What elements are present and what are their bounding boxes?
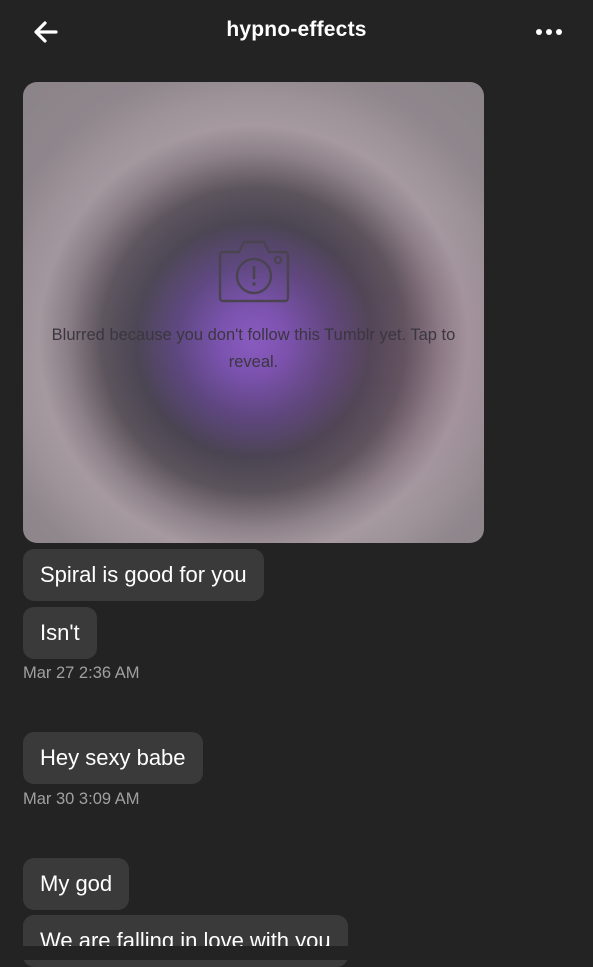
blurred-media-card[interactable]: Blurred because you don't follow this Tu… <box>23 82 484 543</box>
more-dot <box>556 29 562 35</box>
camera-warning-icon <box>218 240 290 303</box>
conversation-header: hypno-effects <box>0 0 593 64</box>
blur-notice-text: Blurred because you don't follow this Tu… <box>51 326 456 371</box>
message-timestamp: Mar 30 3:09 AM <box>23 790 140 808</box>
conversation-title[interactable]: hypno-effects <box>0 18 593 42</box>
message-bubble[interactable]: My god <box>23 858 130 910</box>
screen-bottom-edge <box>0 946 593 960</box>
more-dot <box>546 29 552 35</box>
message-bubble[interactable]: Hey sexy babe <box>23 732 203 784</box>
more-options-button[interactable] <box>529 18 569 46</box>
message-timestamp: Mar 27 2:36 AM <box>23 664 140 682</box>
message-bubble[interactable]: Isn't <box>23 607 97 659</box>
message-bubble[interactable]: Spiral is good for you <box>23 549 264 601</box>
more-horizontal-icon <box>536 29 542 35</box>
